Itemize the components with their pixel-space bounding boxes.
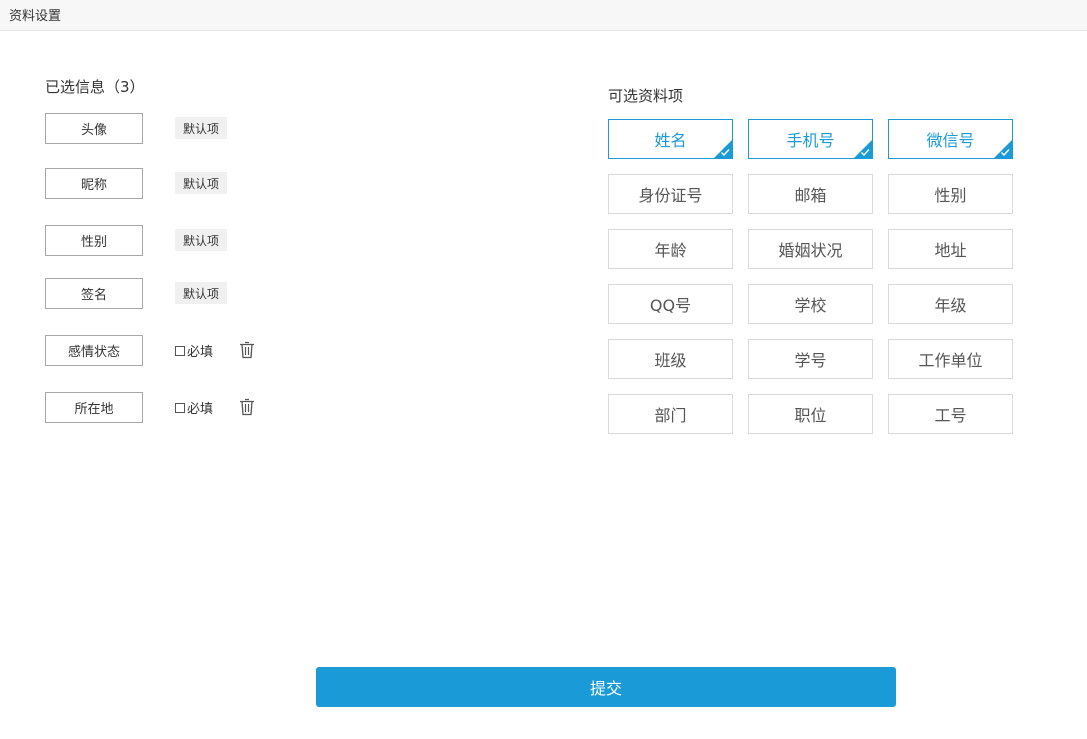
option-item[interactable]: QQ号 [608, 284, 733, 324]
selected-field-row: 昵称 默认项 [45, 168, 305, 199]
option-item[interactable]: 姓名 [608, 119, 733, 159]
selected-check-icon [994, 140, 1012, 158]
submit-button[interactable]: 提交 [316, 667, 896, 707]
available-options-title: 可选资料项 [608, 87, 684, 105]
option-item[interactable]: 部门 [608, 394, 733, 434]
checkbox-icon [175, 345, 185, 356]
option-item[interactable]: 班级 [608, 339, 733, 379]
selected-field-tag[interactable]: 感情状态 [45, 335, 143, 366]
selected-field-tag[interactable]: 头像 [45, 113, 143, 144]
option-item[interactable]: 地址 [888, 229, 1013, 269]
required-label: 必填 [187, 345, 214, 360]
selected-field-tag[interactable]: 签名 [45, 278, 143, 309]
default-badge: 默认项 [175, 282, 228, 304]
option-item[interactable]: 工作单位 [888, 339, 1013, 379]
selected-field-tag[interactable]: 性别 [45, 225, 143, 256]
required-checkbox[interactable]: 必填 [175, 398, 213, 417]
option-item[interactable]: 身份证号 [608, 174, 733, 214]
selected-check-icon [714, 140, 732, 158]
default-badge: 默认项 [175, 172, 228, 194]
profile-settings-page: 资料设置 已选信息（3） 头像 默认项 昵称 默认项 性别 默认项 签名 默认项… [0, 0, 1087, 739]
checkbox-icon [175, 402, 185, 413]
trash-icon[interactable] [239, 341, 255, 359]
required-label: 必填 [187, 402, 214, 417]
option-item[interactable]: 学校 [748, 284, 873, 324]
option-item[interactable]: 年级 [888, 284, 1013, 324]
title-bar: 资料设置 [0, 0, 1087, 31]
selected-field-row: 性别 默认项 [45, 225, 305, 256]
option-item[interactable]: 邮箱 [748, 174, 873, 214]
default-badge: 默认项 [175, 117, 228, 139]
option-item[interactable]: 工号 [888, 394, 1013, 434]
selected-field-row: 所在地 必填 [45, 392, 305, 423]
window-title: 资料设置 [9, 9, 62, 24]
selected-check-icon [854, 140, 872, 158]
trash-icon[interactable] [239, 398, 255, 416]
option-item[interactable]: 学号 [748, 339, 873, 379]
selected-field-row: 感情状态 必填 [45, 335, 305, 366]
option-item[interactable]: 性别 [888, 174, 1013, 214]
required-checkbox[interactable]: 必填 [175, 341, 213, 360]
option-item[interactable]: 婚姻状况 [748, 229, 873, 269]
option-item[interactable]: 手机号 [748, 119, 873, 159]
option-item[interactable]: 职位 [748, 394, 873, 434]
option-item[interactable]: 年龄 [608, 229, 733, 269]
selected-fields-title: 已选信息（3） [45, 78, 145, 96]
option-item[interactable]: 微信号 [888, 119, 1013, 159]
selected-field-row: 签名 默认项 [45, 278, 305, 309]
selected-field-row: 头像 默认项 [45, 113, 305, 144]
selected-field-tag[interactable]: 所在地 [45, 392, 143, 423]
default-badge: 默认项 [175, 229, 228, 251]
selected-field-tag[interactable]: 昵称 [45, 168, 143, 199]
